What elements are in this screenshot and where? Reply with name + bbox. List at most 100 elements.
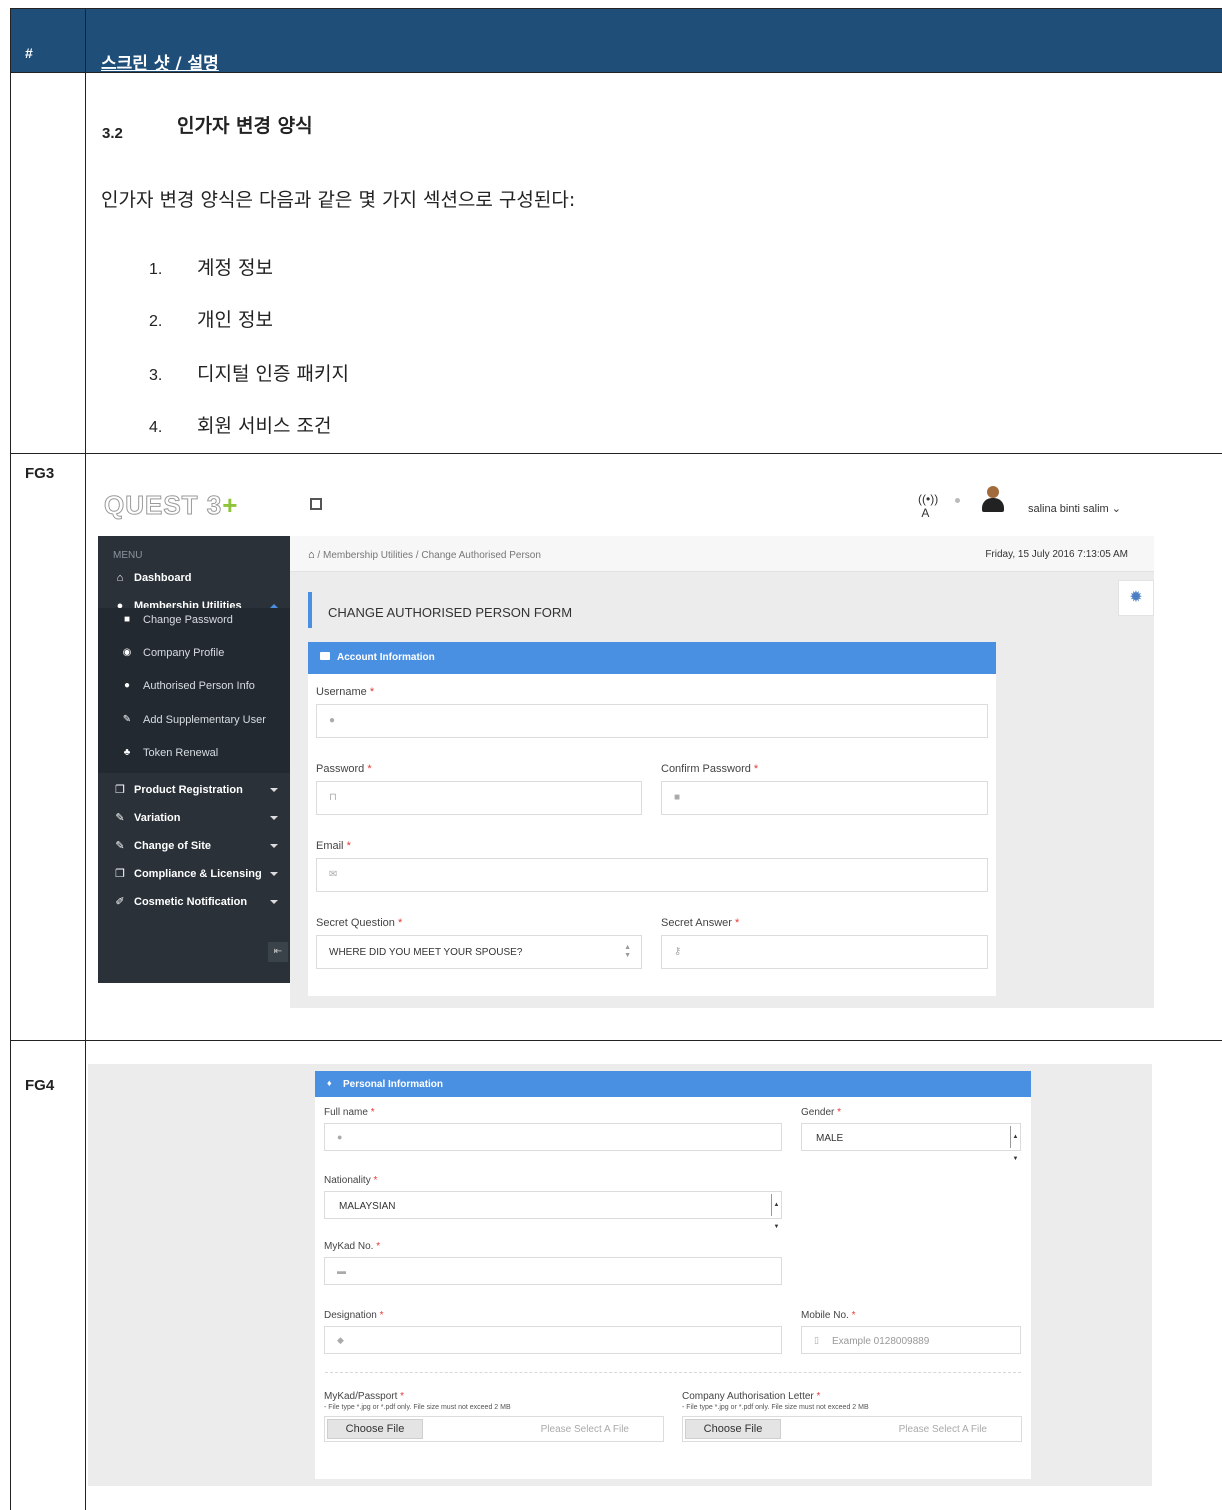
- fg4-label: FG4: [25, 1077, 55, 1094]
- gear-icon[interactable]: ✹: [1118, 580, 1154, 616]
- spinner-icon: ▲ ▼: [624, 944, 631, 959]
- fg3-screenshot: QUEST 3+ ((•)) A salina binti salim ⌄ ME…: [88, 480, 1156, 1008]
- designation-label: Designation *: [324, 1310, 384, 1321]
- dropdown-icon: ▲ ▼: [1010, 1126, 1020, 1162]
- secret-answer-label: Secret Answer *: [661, 917, 740, 929]
- secret-question-select[interactable]: WHERE DID YOU MEET YOUR SPOUSE? ▲ ▼: [316, 935, 642, 969]
- gender-label: Gender *: [801, 1107, 842, 1118]
- date-time: Friday, 15 July 2016 7:13:05 AM: [985, 549, 1128, 560]
- file-placeholder: Please Select A File: [898, 1424, 987, 1435]
- user-icon: ♦: [327, 1078, 332, 1088]
- copy-icon: ❐: [115, 868, 125, 880]
- fg4-screenshot: ♦ Personal Information Full name * ● Gend…: [88, 1064, 1152, 1486]
- sidebar-item-authorised-person[interactable]: ● Authorised Person Info: [98, 674, 290, 700]
- password-label: Password *: [316, 763, 372, 775]
- sidebar-item-change-of-site[interactable]: ✎ Change of Site: [98, 834, 290, 860]
- list-item: 4. 회원 서비스 조건: [149, 415, 332, 437]
- envelope-icon: ✉: [329, 869, 338, 880]
- mobile-field[interactable]: ▯ Example 0128009889: [801, 1326, 1021, 1354]
- eye-icon: ◉: [122, 647, 132, 658]
- avatar[interactable]: [982, 486, 1004, 514]
- collapse-sidebar-icon[interactable]: ⇤: [268, 942, 288, 962]
- phone-icon: ▯: [814, 1335, 819, 1345]
- sidebar-item-product-registration[interactable]: ❐ Product Registration: [98, 778, 290, 804]
- user-menu[interactable]: salina binti salim ⌄: [1028, 502, 1121, 515]
- sidebar-item-company-profile[interactable]: ◉ Company Profile: [98, 641, 290, 667]
- home-icon: ⌂: [116, 572, 124, 584]
- sidebar-item-compliance[interactable]: ❐ Compliance & Licensing: [98, 862, 290, 888]
- nationality-select[interactable]: MALAYSIAN ▲ ▼: [324, 1191, 782, 1230]
- user-icon: ●: [123, 680, 131, 691]
- dropdown-icon: ▲ ▼: [771, 1194, 781, 1230]
- personal-information-panel: ♦ Personal Information Full name * ● Gend…: [315, 1071, 1031, 1479]
- sidebar-item-add-supplementary[interactable]: ✎ Add Supplementary User: [98, 708, 290, 734]
- file-placeholder: Please Select A File: [540, 1424, 629, 1435]
- secret-answer-field[interactable]: ⚷: [661, 935, 988, 969]
- choose-file-button[interactable]: Choose File: [327, 1419, 423, 1439]
- account-information-panel: Account Information Username * ● Passwor…: [308, 642, 996, 996]
- table-header: # 스크린 샷 / 설명: [11, 9, 1222, 74]
- membership-submenu: ■ Change Password ◉ Company Profile ● Autho…: [98, 608, 290, 773]
- sidebar-item-token-renewal[interactable]: ♣ Token Renewal: [98, 741, 290, 767]
- mykad-label: MyKad No. *: [324, 1241, 381, 1252]
- choose-file-button[interactable]: Choose File: [685, 1419, 781, 1439]
- username-label: Username *: [316, 686, 375, 698]
- company-letter-upload: Choose File Please Select A File: [682, 1416, 1022, 1442]
- broadcast-icon[interactable]: ((•)) A: [918, 492, 938, 520]
- quest-logo: QUEST 3+: [103, 490, 239, 521]
- email-field[interactable]: ✉: [316, 858, 988, 892]
- company-letter-label: Company Authorisation Letter *: [682, 1391, 821, 1402]
- section-title: 인가자 변경 양식: [177, 115, 313, 137]
- confirm-password-label: Confirm Password *: [661, 763, 759, 775]
- mykad-passport-upload: Choose File Please Select A File: [324, 1416, 664, 1442]
- sidebar-item-dashboard[interactable]: ⌂ Dashboard: [98, 566, 290, 592]
- mobile-label: Mobile No. *: [801, 1310, 856, 1321]
- brush-icon: ✐: [115, 896, 125, 908]
- file-hint: - File type *.jpg or *.pdf only. File si…: [682, 1404, 869, 1411]
- confirm-password-field[interactable]: ■: [661, 781, 988, 815]
- page-title: CHANGE AUTHORISED PERSON FORM: [328, 605, 573, 620]
- section-number: 3.2: [102, 125, 123, 142]
- folder-icon: [320, 652, 330, 660]
- gender-select[interactable]: MALE ▲ ▼: [801, 1123, 1021, 1162]
- list-item: 1. 계정 정보: [149, 257, 273, 279]
- mykad-passport-label: MyKad/Passport *: [324, 1391, 405, 1402]
- breadcrumb: ⌂ / Membership Utilities / Change Author…: [290, 536, 1154, 572]
- panel-title: Account Information: [337, 652, 435, 663]
- key-icon: ⚷: [674, 946, 682, 957]
- home-icon[interactable]: ⌂: [308, 549, 315, 561]
- header-hash: #: [25, 45, 33, 61]
- list-item: 2. 개인 정보: [149, 309, 273, 331]
- breadcrumb-item[interactable]: Membership Utilities: [323, 550, 413, 561]
- mykad-field[interactable]: ▬: [324, 1257, 782, 1285]
- nationality-label: Nationality *: [324, 1175, 378, 1186]
- breadcrumb-item: Change Authorised Person: [421, 550, 541, 561]
- email-label: Email *: [316, 840, 351, 852]
- edit-icon: ✎: [115, 840, 125, 852]
- token-icon: ♣: [123, 747, 131, 758]
- sidebar-item-variation[interactable]: ✎ Variation: [98, 806, 290, 832]
- lock-icon: ■: [123, 614, 131, 625]
- sidebar: MENU ⌂ Dashboard ● Membership Utilities ■ C…: [98, 536, 290, 983]
- sidebar-item-change-password[interactable]: ■ Change Password: [98, 608, 290, 634]
- fullscreen-icon[interactable]: [310, 498, 322, 510]
- copy-icon: ❐: [115, 784, 125, 796]
- full-name-field[interactable]: ●: [324, 1123, 782, 1151]
- pencil-icon: ✎: [122, 714, 132, 725]
- sidebar-item-cosmetic[interactable]: ✐ Cosmetic Notification: [98, 890, 290, 916]
- list-item: 3. 디지털 인증 패키지: [149, 363, 349, 385]
- user-icon: ●: [337, 1132, 343, 1142]
- intro-text: 인가자 변경 양식은 다음과 같은 몇 가지 섹션으로 구성된다:: [101, 189, 576, 211]
- designation-field[interactable]: ◆: [324, 1326, 782, 1354]
- header-title: 스크린 샷 / 설명: [101, 54, 219, 74]
- password-field[interactable]: ⊓: [316, 781, 642, 815]
- main-content: ⌂ / Membership Utilities / Change Author…: [290, 536, 1154, 1008]
- file-hint: - File type *.jpg or *.pdf only. File si…: [324, 1404, 511, 1411]
- fg3-label: FG3: [25, 465, 55, 482]
- secret-question-label: Secret Question *: [316, 917, 403, 929]
- lock-icon: ■: [674, 792, 681, 803]
- username-field[interactable]: ●: [316, 704, 988, 738]
- menu-label: MENU: [113, 550, 143, 561]
- panel-title: Personal Information: [343, 1079, 444, 1090]
- edit-icon: ✎: [115, 812, 125, 824]
